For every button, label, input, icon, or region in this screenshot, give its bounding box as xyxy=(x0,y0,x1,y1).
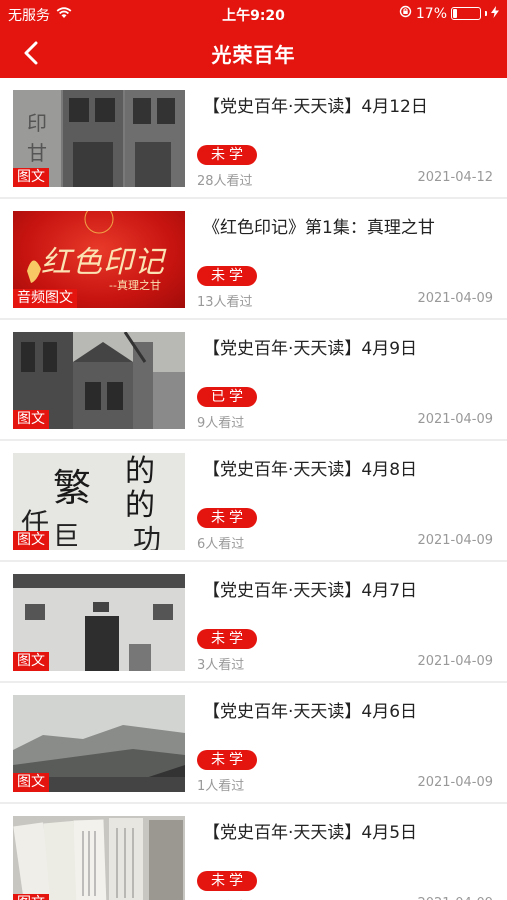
study-status-badge: 已学 xyxy=(197,387,257,407)
svg-text:巨: 巨 xyxy=(53,522,79,550)
svg-text:繁: 繁 xyxy=(53,466,91,510)
view-count: 13人看过 xyxy=(197,295,253,310)
charging-icon xyxy=(491,5,499,22)
article-title: 《红色印记》第1集：真理之甘 xyxy=(203,218,435,238)
view-count: 1人看过 xyxy=(197,896,244,900)
study-status-badge: 未学 xyxy=(197,145,257,165)
study-status-badge: 未学 xyxy=(197,629,257,649)
svg-text:印: 印 xyxy=(27,111,47,135)
publish-date: 2021-04-09 xyxy=(417,533,493,548)
article-thumbnail: 图文 xyxy=(13,332,185,429)
list-item[interactable]: 任繁巨的的功图文 【党史百年·天天读】4月8日 未学 6人看过 2021-04-09 xyxy=(0,441,507,562)
svg-text:甘: 甘 xyxy=(27,141,47,165)
view-count: 1人看过 xyxy=(197,779,245,794)
publish-date: 2021-04-09 xyxy=(417,412,493,427)
view-count: 3人看过 xyxy=(197,658,245,673)
svg-text:的: 的 xyxy=(125,454,155,489)
publish-date: 2021-04-09 xyxy=(417,896,493,900)
publish-date: 2021-04-09 xyxy=(417,775,493,790)
app-header: 无服务 上午9:20 17% 光荣百年 xyxy=(0,0,507,78)
status-right: 17% xyxy=(399,5,499,22)
content-type-tag: 图文 xyxy=(13,652,49,671)
battery-tip xyxy=(485,11,487,16)
page-title: 光荣百年 xyxy=(211,43,296,67)
list-item[interactable]: 图文 【党史百年·天天读】4月9日已学 9人看过 2021-04-09 xyxy=(0,320,507,441)
study-status-badge: 未学 xyxy=(197,266,257,286)
publish-date: 2021-04-12 xyxy=(417,170,493,185)
article-title: 【党史百年·天天读】4月6日 xyxy=(203,702,418,722)
battery-level xyxy=(453,9,457,18)
view-count: 9人看过 xyxy=(197,416,245,431)
rotation-lock-icon xyxy=(399,5,412,22)
list-item[interactable]: 印甘图文 【党史百年·天天读】4月12日 未学 28人看过 2021-04-12 xyxy=(0,78,507,199)
study-status-badge: 未学 xyxy=(197,871,257,891)
study-status-badge: 未学 xyxy=(197,508,257,528)
article-title: 【党史百年·天天读】4月7日 xyxy=(203,581,418,601)
article-thumbnail: 图文 xyxy=(13,816,185,900)
content-type-tag: 图文 xyxy=(13,894,49,900)
article-thumbnail: 任繁巨的的功图文 xyxy=(13,453,185,550)
list-item[interactable]: 红色印记 --真理之甘 音频图文 《红色印记》第1集：真理之甘 未学 13人看过 2021… xyxy=(0,199,507,320)
svg-text:功: 功 xyxy=(133,523,161,550)
battery-icon xyxy=(451,7,481,20)
article-list: 印甘图文 【党史百年·天天读】4月12日 未学 28人看过 2021-04-12 红色印… xyxy=(0,78,507,900)
nav-bar: 光荣百年 xyxy=(0,28,507,78)
view-count: 6人看过 xyxy=(197,537,245,552)
study-status-badge: 未学 xyxy=(197,750,257,770)
list-item[interactable]: 图文 【党史百年·天天读】4月5日未学 1人看过 2021-04-09 xyxy=(0,804,507,900)
thumb-banner-subtext: --真理之甘 xyxy=(109,279,161,292)
article-title: 【党史百年·天天读】4月9日 xyxy=(203,339,418,359)
thumb-banner-text: 红色印记 xyxy=(41,245,165,280)
content-type-tag: 音频图文 xyxy=(13,289,77,308)
article-thumbnail: 红色印记 --真理之甘音频图文 xyxy=(13,211,185,308)
svg-text:的: 的 xyxy=(125,488,155,523)
content-type-tag: 图文 xyxy=(13,531,49,550)
content-type-tag: 图文 xyxy=(13,773,49,792)
view-count: 28人看过 xyxy=(197,174,253,189)
publish-date: 2021-04-09 xyxy=(417,654,493,669)
battery-percent: 17% xyxy=(415,5,447,22)
content-type-tag: 图文 xyxy=(13,168,49,187)
status-bar: 无服务 上午9:20 17% xyxy=(0,0,507,28)
article-thumbnail: 图文 xyxy=(13,574,185,671)
article-title: 【党史百年·天天读】4月12日 xyxy=(203,97,428,117)
list-item[interactable]: 图文 【党史百年·天天读】4月7日未学 3人看过 2021-04-09 xyxy=(0,562,507,683)
list-item[interactable]: 图文 【党史百年·天天读】4月6日未学 1人看过 2021-04-09 xyxy=(0,683,507,804)
article-title: 【党史百年·天天读】4月5日 xyxy=(203,823,418,843)
publish-date: 2021-04-09 xyxy=(417,291,493,306)
article-title: 【党史百年·天天读】4月8日 xyxy=(203,460,418,480)
article-thumbnail: 图文 xyxy=(13,695,185,792)
article-thumbnail: 印甘图文 xyxy=(13,90,185,187)
content-type-tag: 图文 xyxy=(13,410,49,429)
